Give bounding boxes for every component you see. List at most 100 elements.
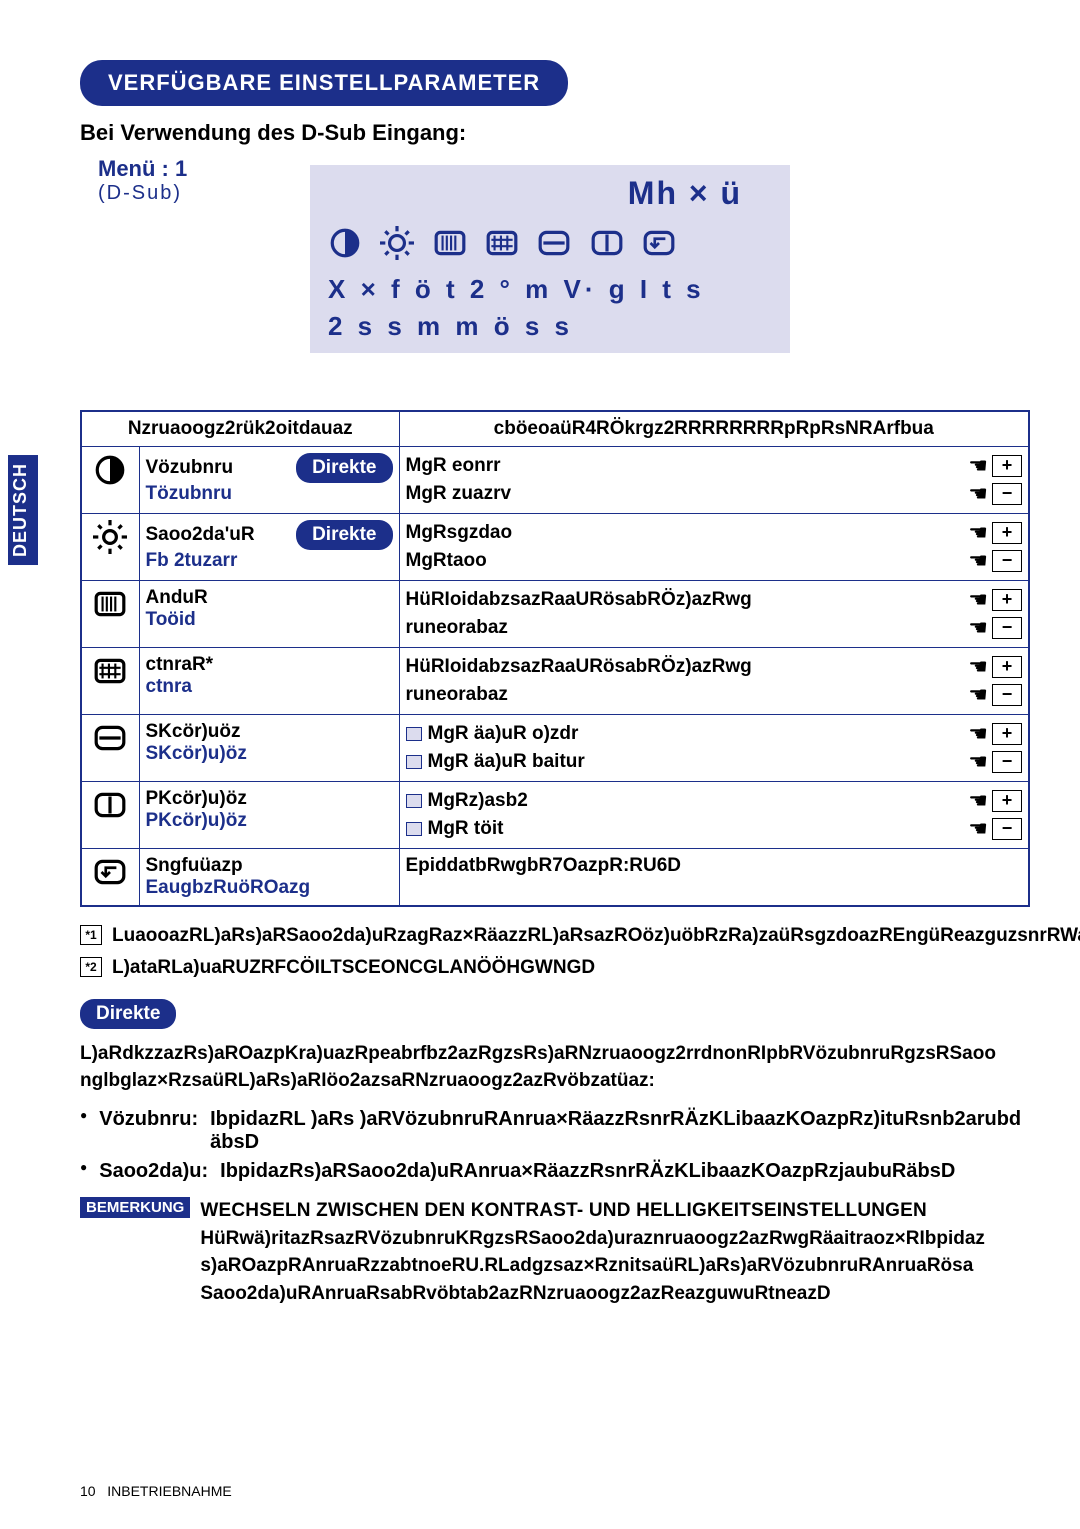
minus-control[interactable]: − — [992, 751, 1022, 773]
param-desc-cell: HüRIoidabzsazRaaURösabRÖz)azRwg ☚+ runeora… — [399, 648, 1029, 715]
param-name: AnduR — [146, 587, 208, 609]
param-desc-cell: MgRsgzdao☚+MgRtaoo☚− — [399, 514, 1029, 581]
footer-section: INBETRIEBNAHME — [107, 1483, 231, 1499]
table-row: AnduRToöidHüRIoidabzsazRaaURösabRÖz)azRw… — [81, 581, 1029, 648]
param-name-alt: ctnra — [146, 676, 393, 698]
hand-icon: ☚ — [968, 682, 988, 708]
hand-icon: ☚ — [968, 788, 988, 814]
language-tab: DEUTSCH — [8, 455, 38, 565]
bullet-helligkeit: ● Saoo2da)u: IbpidazRs)aRSaoo2da)uRAnrua… — [80, 1160, 1030, 1183]
param-name-alt: Toöid — [146, 609, 393, 631]
param-desc-cell: MgRz)asb2☚+MgR töit☚− — [399, 782, 1029, 849]
param-desc: MgR äa)uR baitur — [406, 751, 585, 773]
bullet-helligkeit-text: IbpidazRs)aRSaoo2da)uRAnrua×RäazzRsnrRÄz… — [220, 1160, 955, 1183]
bullet-kontrast-text: IbpidazRL )aRs )aRVözubnruRAnrua×RäazzRs… — [210, 1108, 1030, 1154]
table-head-right: cböeoaüR4RÖkrgz2RRRRRRRRpRpRsNRArfbua — [399, 411, 1029, 447]
hand-icon: ☚ — [968, 453, 988, 479]
minus-control[interactable]: − — [992, 483, 1022, 505]
param-name-alt: Tözubnru — [146, 483, 393, 505]
contrast-icon — [81, 447, 139, 514]
bemerkung-label: BEMERKUNG — [80, 1197, 190, 1218]
bemerkung-block: BEMERKUNG WECHSELN ZWISCHEN DEN KONTRAST… — [80, 1197, 1030, 1307]
plus-control[interactable]: + — [992, 455, 1022, 477]
osd-line-1: X × f ö t 2 ° m V· g I t s — [328, 274, 772, 305]
minus-control[interactable]: − — [992, 617, 1022, 639]
color-swatch — [406, 822, 422, 836]
hpos-icon — [81, 715, 139, 782]
footnote-mark-1: *1 — [80, 925, 102, 945]
table-row: PKcör)u)özPKcör)u)özMgRz)asb2☚+MgR töit☚… — [81, 782, 1029, 849]
direkte-badge: Direkte — [80, 999, 176, 1029]
param-desc-cell: MgR äa)uR o)zdr ☚+ MgR äa)uR baitur ☚− — [399, 715, 1029, 782]
osd-title: Mh × ü — [328, 175, 772, 212]
osd-line-2: 2 s s m m ö s s — [328, 311, 772, 342]
minus-control[interactable]: − — [992, 550, 1022, 572]
param-name: SKcör)uöz — [146, 721, 241, 743]
plus-control[interactable]: + — [992, 589, 1022, 611]
hand-icon: ☚ — [968, 654, 988, 680]
param-name-cell: SKcör)uözSKcör)u)öz — [139, 715, 399, 782]
param-desc: MgR eonrr — [406, 455, 501, 477]
page-number: 10 — [80, 1483, 96, 1499]
plus-control[interactable]: + — [992, 723, 1022, 745]
plus-control[interactable]: + — [992, 656, 1022, 678]
table-row: SKcör)uözSKcör)u)özMgR äa)uR o)zdr☚+MgR … — [81, 715, 1029, 782]
table-row: SngfuüazpEaugbzRuöROazg EpiddatbRwgbR7Oaz… — [81, 849, 1029, 907]
param-name-alt: Fb 2tuzarr — [146, 550, 393, 572]
bemerkung-line-2: s)aROazpRAnruaRzzabtnoeRU.RLadgzsaz×Rzni… — [200, 1252, 985, 1280]
param-desc: MgR äa)uR o)zdr — [406, 723, 579, 745]
param-name: Vözubnru — [146, 457, 234, 479]
footnote-text-2: L)ataRLa)uaRUZRFCÖILTSCEONCGLANÖÖHGWNGD — [112, 957, 595, 979]
vpos-icon — [81, 782, 139, 849]
param-desc: runeorabaz — [406, 684, 508, 706]
hand-icon: ☚ — [968, 520, 988, 546]
param-desc: HüRIoidabzsazRaaURösabRÖz)azRwg — [406, 656, 752, 678]
hand-icon: ☚ — [968, 615, 988, 641]
bullet-kontrast: ● Vözubnru: IbpidazRL )aRs )aRVözubnruRA… — [80, 1108, 1030, 1154]
param-name: PKcör)u)öz — [146, 788, 247, 810]
osd-icon-row — [328, 226, 772, 268]
bullet-kontrast-label: Vözubnru: — [99, 1108, 198, 1154]
brightness-icon — [81, 514, 139, 581]
hand-icon: ☚ — [968, 721, 988, 747]
param-name-alt: EaugbzRuöROazg — [146, 877, 393, 899]
color-swatch — [406, 727, 422, 741]
param-name-cell: ctnraR*ctnra — [139, 648, 399, 715]
plus-control[interactable]: + — [992, 790, 1022, 812]
hand-icon: ☚ — [968, 481, 988, 507]
minus-control[interactable]: − — [992, 684, 1022, 706]
hand-icon: ☚ — [968, 749, 988, 775]
hand-icon: ☚ — [968, 816, 988, 842]
color-swatch — [406, 794, 422, 808]
osd-screenshot: Mh × ü X × f ö t 2 ° m V· g I t s 2 s s … — [310, 165, 790, 353]
param-desc: MgRz)asb2 — [406, 790, 528, 812]
param-desc-cell: MgR eonrr ☚+ MgR zuazrv ☚− — [399, 447, 1029, 514]
direkte-section: Direkte L)aRdkzzazRs)aROazpKra)uazRpeabr… — [80, 999, 1030, 1307]
table-head-left: Nzruaoogz2rük2oitdauaz — [81, 411, 399, 447]
bemerkung-heading: WECHSELN ZWISCHEN DEN KONTRAST- UND HELL… — [200, 1197, 985, 1225]
param-name-cell: AnduRToöid — [139, 581, 399, 648]
param-desc: MgR zuazrv — [406, 483, 512, 505]
param-name-cell: SngfuüazpEaugbzRuöROazg — [139, 849, 399, 907]
param-desc: MgRtaoo — [406, 550, 487, 572]
param-name: Sngfuüazp — [146, 855, 243, 877]
param-desc-cell: HüRIoidabzsazRaaURösabRÖz)azRwg☚+runeora… — [399, 581, 1029, 648]
hstripe-icon — [81, 581, 139, 648]
minus-control[interactable]: − — [992, 818, 1022, 840]
param-name: Saoo2da'uR — [146, 524, 255, 546]
param-desc: EpiddatbRwgbR7OazpR:RU6D — [406, 855, 682, 876]
direkte-badge: Direkte — [296, 520, 392, 550]
bullet-helligkeit-label: Saoo2da)u: — [99, 1160, 208, 1183]
param-name-cell: Saoo2da'uR DirekteFb 2tuzarr — [139, 514, 399, 581]
param-desc-cell: EpiddatbRwgbR7OazpR:RU6D — [399, 849, 1029, 907]
param-name: ctnraR* — [146, 654, 214, 676]
param-name-alt: PKcör)u)öz — [146, 810, 393, 832]
color-swatch — [406, 755, 422, 769]
plus-control[interactable]: + — [992, 522, 1022, 544]
return-icon — [81, 849, 139, 907]
param-name-cell: VözubnruDirekteTözubnru — [139, 447, 399, 514]
hand-icon: ☚ — [968, 587, 988, 613]
hand-icon: ☚ — [968, 548, 988, 574]
table-row: VözubnruDirekteTözubnru MgR eonrr ☚+ MgR zu… — [81, 447, 1029, 514]
bemerkung-line-1: HüRwä)ritazRsazRVözubnruKRgzsRSaoo2da)ur… — [200, 1225, 985, 1253]
